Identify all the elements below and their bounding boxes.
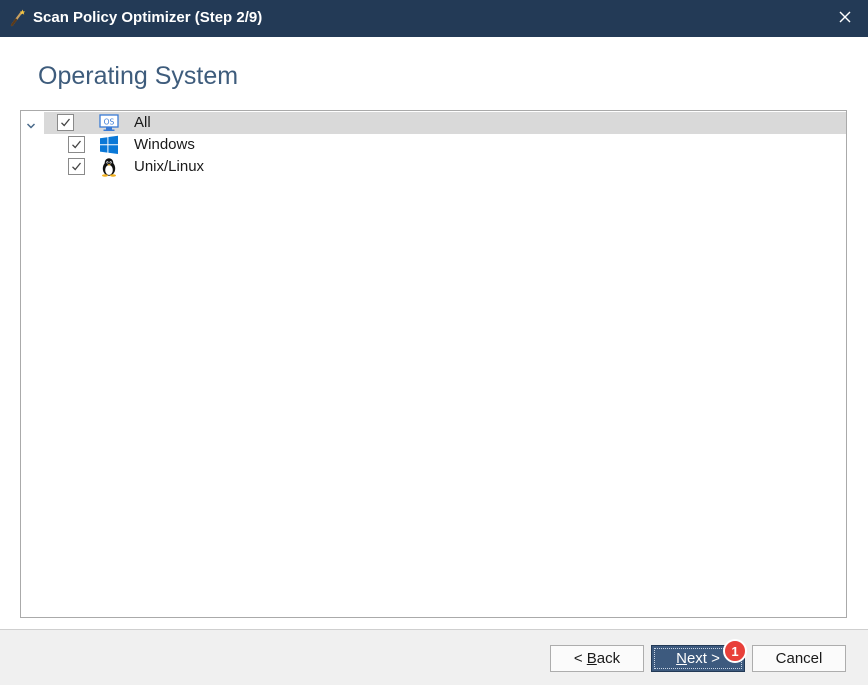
close-button[interactable] — [822, 0, 868, 37]
tree-item-windows[interactable]: Windows — [68, 134, 468, 156]
tree-item-all[interactable]: OS All — [44, 112, 846, 134]
os-tree-view[interactable]: OS All Windows Unix/Linux — [20, 110, 847, 618]
windows-logo-icon — [99, 135, 119, 155]
checkbox-windows[interactable] — [68, 136, 85, 153]
checkbox-unix-linux[interactable] — [68, 158, 85, 175]
check-icon — [61, 118, 71, 127]
page-title: Operating System — [38, 62, 239, 90]
step-badge: 1 — [723, 639, 747, 663]
check-icon — [72, 140, 82, 149]
os-monitor-icon: OS — [99, 113, 119, 133]
title-bar[interactable]: Scan Policy Optimizer (Step 2/9) — [0, 0, 868, 37]
magic-wand-icon — [8, 8, 28, 28]
tree-item-label: Unix/Linux — [134, 158, 205, 175]
linux-penguin-icon — [99, 157, 119, 177]
window-title: Scan Policy Optimizer (Step 2/9) — [33, 9, 263, 26]
cancel-button[interactable]: Cancel — [752, 645, 846, 672]
tree-item-label: Windows — [134, 136, 195, 153]
next-button-label: Next > — [676, 650, 720, 667]
tree-item-unix-linux[interactable]: Unix/Linux — [68, 156, 468, 178]
back-button[interactable]: < Back — [550, 645, 644, 672]
close-icon — [839, 10, 851, 28]
wizard-footer: < Back Next > 1 Cancel — [0, 630, 868, 685]
chevron-down-icon[interactable] — [26, 118, 36, 129]
back-button-label: < Back — [573, 650, 621, 667]
checkbox-all[interactable] — [57, 114, 74, 131]
check-icon — [72, 162, 82, 171]
tree-item-label: All — [134, 114, 151, 131]
wizard-window: Scan Policy Optimizer (Step 2/9) Operati… — [0, 0, 868, 685]
svg-text:OS: OS — [104, 117, 115, 126]
